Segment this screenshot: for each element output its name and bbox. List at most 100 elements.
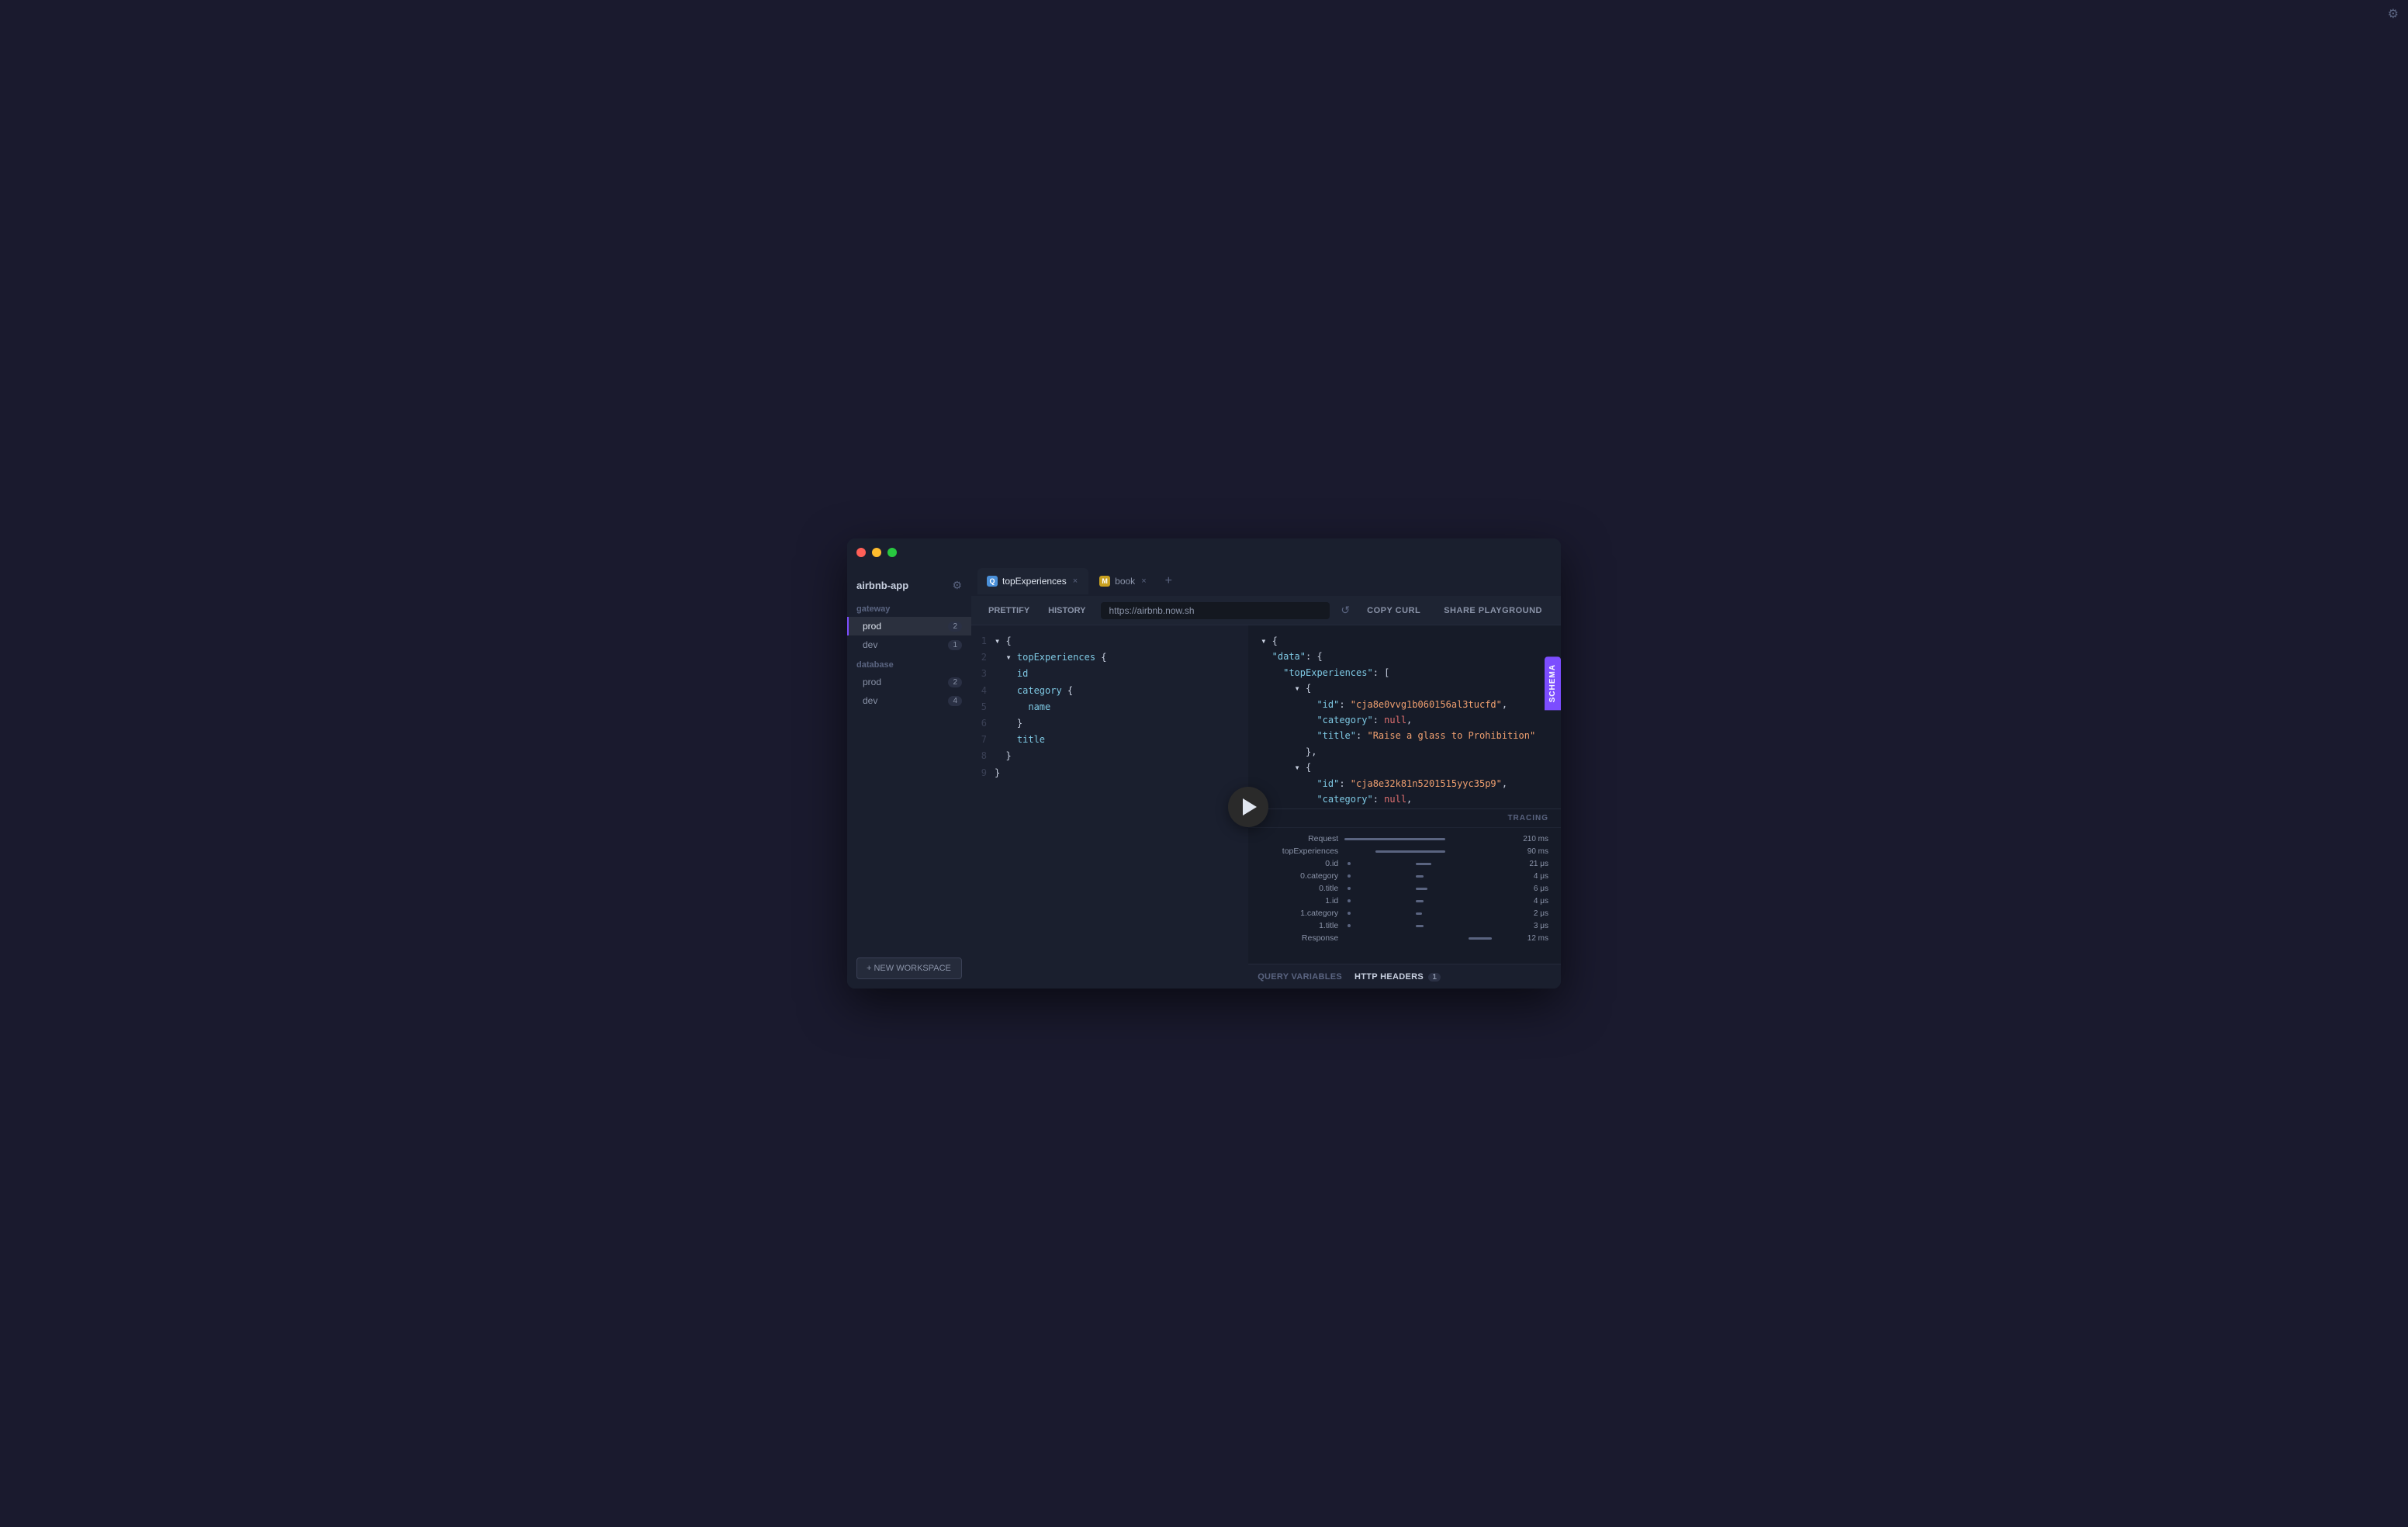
trace-row-0-id: 0.id 21 μs	[1261, 859, 1548, 868]
result-line-11: "category": null,	[1261, 791, 1548, 807]
trace-dot-1-category	[1348, 912, 1351, 915]
run-button[interactable]	[1228, 787, 1268, 827]
prettify-button[interactable]: PRETTIFY	[981, 603, 1037, 618]
result-line-5: "id": "cja8e0vvg1b060156al3tucfd",	[1261, 697, 1548, 712]
tab-close-book[interactable]: ×	[1140, 577, 1147, 586]
line-2: 2 ▾ topExperiences {	[971, 649, 1248, 666]
trace-time-1-category: 2 μs	[1534, 909, 1548, 918]
trace-dot-1-id	[1348, 899, 1351, 902]
close-button[interactable]	[856, 548, 866, 557]
sidebar-badge-gateway-prod: 2	[948, 622, 962, 632]
trace-label-1-id: 1.id	[1261, 896, 1338, 905]
trace-label-1-category: 1.category	[1261, 909, 1338, 918]
tab-label-book: book	[1115, 576, 1135, 587]
tabs-bar: Q topExperiences × M book × + ⚙	[971, 566, 1561, 596]
trace-bar-fill-request	[1344, 838, 1445, 840]
trace-time-1-id: 4 μs	[1534, 897, 1548, 905]
sidebar-section-gateway: gateway	[847, 598, 971, 617]
trace-label-0-category: 0.category	[1261, 871, 1338, 881]
trace-bar-response	[1344, 937, 1521, 940]
trace-time-topexperiences: 90 ms	[1527, 847, 1548, 856]
result-line-6: "category": null,	[1261, 712, 1548, 728]
http-headers-badge: 1	[1428, 973, 1441, 982]
sidebar-item-label: prod	[863, 677, 881, 687]
app-name-label: airbnb-app	[856, 580, 908, 591]
editor-area: 1 ▾ { 2 ▾ topExperiences { 3 id 4 catego	[971, 625, 1561, 989]
tracing-label: TRACING	[1507, 814, 1548, 822]
trace-row-topexperiences: topExperiences 90 ms	[1261, 847, 1548, 856]
result-line-8: },	[1261, 744, 1548, 760]
trace-time-0-id: 21 μs	[1529, 860, 1548, 868]
sidebar-item-gateway-prod[interactable]: prod 2	[847, 617, 971, 635]
sidebar-item-label: prod	[863, 621, 881, 632]
trace-bar-0-title	[1344, 888, 1527, 890]
sidebar-footer: + NEW WORKSPACE	[847, 948, 971, 989]
trace-bar-fill-0-id	[1416, 863, 1431, 865]
new-workspace-button[interactable]: + NEW WORKSPACE	[856, 957, 962, 979]
query-editor[interactable]: 1 ▾ { 2 ▾ topExperiences { 3 id 4 catego	[971, 625, 1248, 989]
trace-time-1-title: 3 μs	[1534, 922, 1548, 930]
tab-http-headers[interactable]: HTTP HEADERS 1	[1354, 972, 1441, 982]
trace-time-0-category: 4 μs	[1534, 872, 1548, 881]
result-line-2: "data": {	[1261, 649, 1548, 664]
trace-row-request: Request 210 ms	[1261, 834, 1548, 843]
tab-label-top-experiences: topExperiences	[1002, 576, 1067, 587]
trace-label-0-title: 0.title	[1261, 884, 1338, 893]
trace-bar-fill-1-title	[1416, 925, 1424, 927]
trace-row-0-category: 0.category 4 μs	[1261, 871, 1548, 881]
sidebar-item-gateway-dev[interactable]: dev 1	[847, 635, 971, 654]
sidebar-badge-database-prod: 2	[948, 677, 962, 687]
trace-dot-0-title	[1348, 887, 1351, 890]
share-playground-button[interactable]: SHARE PLAYGROUND	[1434, 602, 1552, 619]
gear-icon[interactable]: ⚙	[952, 579, 962, 592]
result-line-3: "topExperiences": [	[1261, 665, 1548, 680]
line-7: 7 title	[971, 732, 1248, 748]
sidebar-header: airbnb-app ⚙	[847, 573, 971, 598]
trace-time-0-title: 6 μs	[1534, 885, 1548, 893]
line-6: 6 }	[971, 715, 1248, 732]
title-bar	[847, 538, 1561, 566]
toolbar: PRETTIFY HISTORY ↺ COPY CURL SHARE PLAYG…	[971, 596, 1561, 625]
trace-row-1-title: 1.title 3 μs	[1261, 921, 1548, 930]
tab-query-variables[interactable]: QUERY VARIABLES	[1258, 972, 1342, 982]
result-line-9: ▾ {	[1261, 760, 1548, 775]
sidebar-badge-database-dev: 4	[948, 696, 962, 706]
trace-bar-fill-0-category	[1416, 875, 1424, 878]
sidebar-item-label: dev	[863, 639, 877, 650]
tracing-content: Request 210 ms topExperiences	[1248, 828, 1561, 964]
trace-label-request: Request	[1261, 834, 1338, 843]
minimize-button[interactable]	[872, 548, 881, 557]
copy-curl-button[interactable]: COPY CURL	[1359, 602, 1428, 619]
trace-bar-0-category	[1344, 875, 1527, 878]
trace-time-request: 210 ms	[1523, 835, 1548, 843]
tab-close-top-experiences[interactable]: ×	[1071, 577, 1079, 586]
add-tab-button[interactable]: +	[1159, 570, 1178, 593]
sidebar-item-label: dev	[863, 695, 877, 706]
tab-icon-m: M	[1099, 576, 1110, 587]
url-input[interactable]	[1101, 602, 1330, 619]
line-1: 1 ▾ {	[971, 633, 1248, 649]
trace-dot-1-title	[1348, 924, 1351, 927]
tracing-header: TRACING	[1248, 809, 1561, 828]
schema-tab[interactable]: SCHEMA	[1545, 656, 1561, 710]
sidebar-item-database-prod[interactable]: prod 2	[847, 673, 971, 691]
refresh-icon[interactable]: ↺	[1337, 601, 1353, 620]
result-line-7: "title": "Raise a glass to Prohibition"	[1261, 728, 1548, 743]
sidebar-badge-gateway-dev: 1	[948, 640, 962, 650]
sidebar-section-database: database	[847, 654, 971, 673]
tab-icon-q: Q	[987, 576, 998, 587]
result-line-4: ▾ {	[1261, 680, 1548, 696]
trace-row-0-title: 0.title 6 μs	[1261, 884, 1548, 893]
trace-label-response: Response	[1261, 933, 1338, 943]
trace-bar-request	[1344, 838, 1517, 840]
tab-book[interactable]: M book ×	[1090, 568, 1157, 594]
line-3: 3 id	[971, 666, 1248, 682]
tab-top-experiences[interactable]: Q topExperiences ×	[977, 568, 1088, 594]
sidebar-item-database-dev[interactable]: dev 4	[847, 691, 971, 710]
main-content: Q topExperiences × M book × + ⚙ PRETTIFY…	[971, 566, 1561, 989]
maximize-button[interactable]	[887, 548, 897, 557]
history-button[interactable]: HISTORY	[1040, 603, 1093, 618]
trace-bar-1-id	[1344, 900, 1527, 902]
trace-time-response: 12 ms	[1527, 934, 1548, 943]
trace-bar-fill-response	[1469, 937, 1492, 940]
